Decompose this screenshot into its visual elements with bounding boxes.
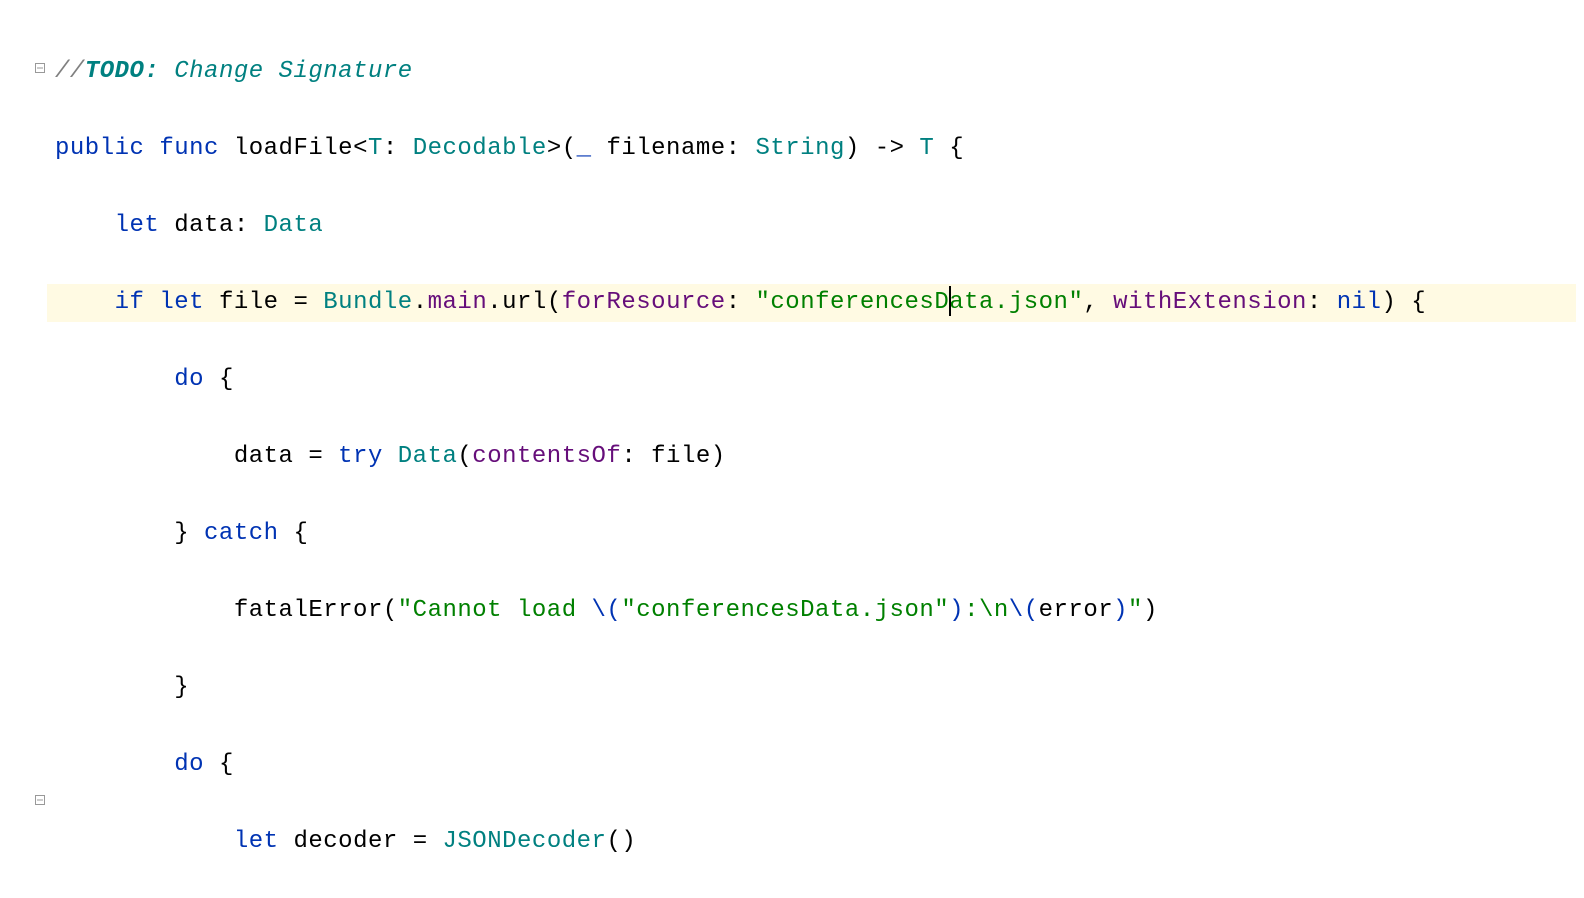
var-file: file <box>651 443 711 470</box>
var-data: data <box>174 212 234 239</box>
type-jsondecoder: JSONDecoder <box>443 828 607 855</box>
arrow: -> <box>875 135 905 162</box>
colon: : <box>234 212 249 239</box>
lbrace: { <box>219 751 234 778</box>
var-error: error <box>1039 597 1114 624</box>
fn-fatalError: fatalError <box>234 597 383 624</box>
colon: : <box>383 135 398 162</box>
comma: , <box>1083 289 1098 316</box>
string-json: "conferencesData.json" <box>621 597 949 624</box>
lbrace: { <box>1411 289 1426 316</box>
rparen: ) <box>711 443 726 470</box>
type-data: Data <box>398 443 458 470</box>
var-decoder: decoder <box>293 828 397 855</box>
code-line[interactable]: let data: Data <box>55 207 1576 246</box>
angle-close: > <box>547 135 562 162</box>
code-line[interactable]: data = try Data(contentsOf: file) <box>55 438 1576 477</box>
code-line[interactable]: let decoder = JSONDecoder() <box>55 823 1576 862</box>
lparen: ( <box>547 289 562 316</box>
lparen: ( <box>457 443 472 470</box>
angle-open: < <box>353 135 368 162</box>
dot: . <box>413 289 428 316</box>
keyword-let: let <box>234 828 279 855</box>
keyword-do: do <box>174 751 204 778</box>
fold-icon[interactable] <box>34 794 46 806</box>
param-forResource: forResource <box>562 289 726 316</box>
eq: = <box>413 828 428 855</box>
code-line[interactable]: } <box>55 669 1576 708</box>
type-data: Data <box>264 212 324 239</box>
colon: : <box>621 443 636 470</box>
dot: . <box>487 289 502 316</box>
lbrace: { <box>219 366 234 393</box>
return-T: T <box>919 135 934 162</box>
eq: = <box>308 443 323 470</box>
keyword-public: public <box>55 135 144 162</box>
comment-slashes: // <box>55 58 85 85</box>
param-filename: filename <box>606 135 725 162</box>
colon: : <box>726 135 741 162</box>
param-withExtension: withExtension <box>1113 289 1307 316</box>
var-data: data <box>234 443 294 470</box>
keyword-func: func <box>159 135 219 162</box>
interp-close: ) <box>949 597 964 624</box>
type-bundle: Bundle <box>323 289 412 316</box>
editor-gutter <box>0 0 47 898</box>
keyword-catch: catch <box>204 520 279 547</box>
rparen: ) <box>845 135 860 162</box>
keyword-if: if <box>115 289 145 316</box>
underscore: _ <box>577 135 592 162</box>
keyword-do: do <box>174 366 204 393</box>
keyword-nil: nil <box>1337 289 1382 316</box>
eq: = <box>293 289 308 316</box>
code-line[interactable]: do { <box>55 361 1576 400</box>
comment-todo: TODO: <box>85 58 160 85</box>
interp-open: \( <box>592 597 622 624</box>
keyword-let: let <box>159 289 204 316</box>
code-line[interactable]: //TODO: Change Signature <box>55 53 1576 92</box>
rparen: ) <box>621 828 636 855</box>
lparen: ( <box>606 828 621 855</box>
colon: : <box>726 289 741 316</box>
string-cannot-load-2: :\n <box>964 597 1009 624</box>
code-line-current[interactable]: if let file = Bundle.main.url(forResourc… <box>47 284 1576 323</box>
string-json-a: "conferencesD <box>756 289 950 316</box>
rparen: ) <box>1381 289 1396 316</box>
interp-close: ) <box>1113 597 1128 624</box>
string-json-b: ata.json" <box>949 289 1083 316</box>
code-area[interactable]: //TODO: Change Signature public func loa… <box>47 0 1584 898</box>
string-cannot-load: "Cannot load <box>398 597 592 624</box>
code-line[interactable]: do { <box>55 746 1576 785</box>
var-file: file <box>219 289 279 316</box>
fold-icon[interactable] <box>34 62 46 74</box>
lparen: ( <box>383 597 398 624</box>
lbrace: { <box>949 135 964 162</box>
method-url: url <box>502 289 547 316</box>
member-main: main <box>428 289 488 316</box>
type-string: String <box>755 135 844 162</box>
lbrace: { <box>293 520 308 547</box>
interp-open: \( <box>1009 597 1039 624</box>
colon: : <box>1307 289 1322 316</box>
keyword-try: try <box>338 443 383 470</box>
code-line[interactable]: public func loadFile<T: Decodable>(_ fil… <box>55 130 1576 169</box>
param-contentsOf: contentsOf <box>472 443 621 470</box>
generic-T: T <box>368 135 383 162</box>
keyword-let: let <box>115 212 160 239</box>
rbrace: } <box>174 520 189 547</box>
code-editor[interactable]: //TODO: Change Signature public func loa… <box>0 0 1584 898</box>
type-decodable: Decodable <box>413 135 547 162</box>
code-line[interactable]: } catch { <box>55 515 1576 554</box>
code-line[interactable]: fatalError("Cannot load \("conferencesDa… <box>55 592 1576 631</box>
rparen: ) <box>1143 597 1158 624</box>
comment-text: Change Signature <box>159 58 412 85</box>
func-name: loadFile <box>234 135 353 162</box>
rbrace: } <box>174 674 189 701</box>
lparen: ( <box>562 135 577 162</box>
string-cannot-load-3: " <box>1128 597 1143 624</box>
